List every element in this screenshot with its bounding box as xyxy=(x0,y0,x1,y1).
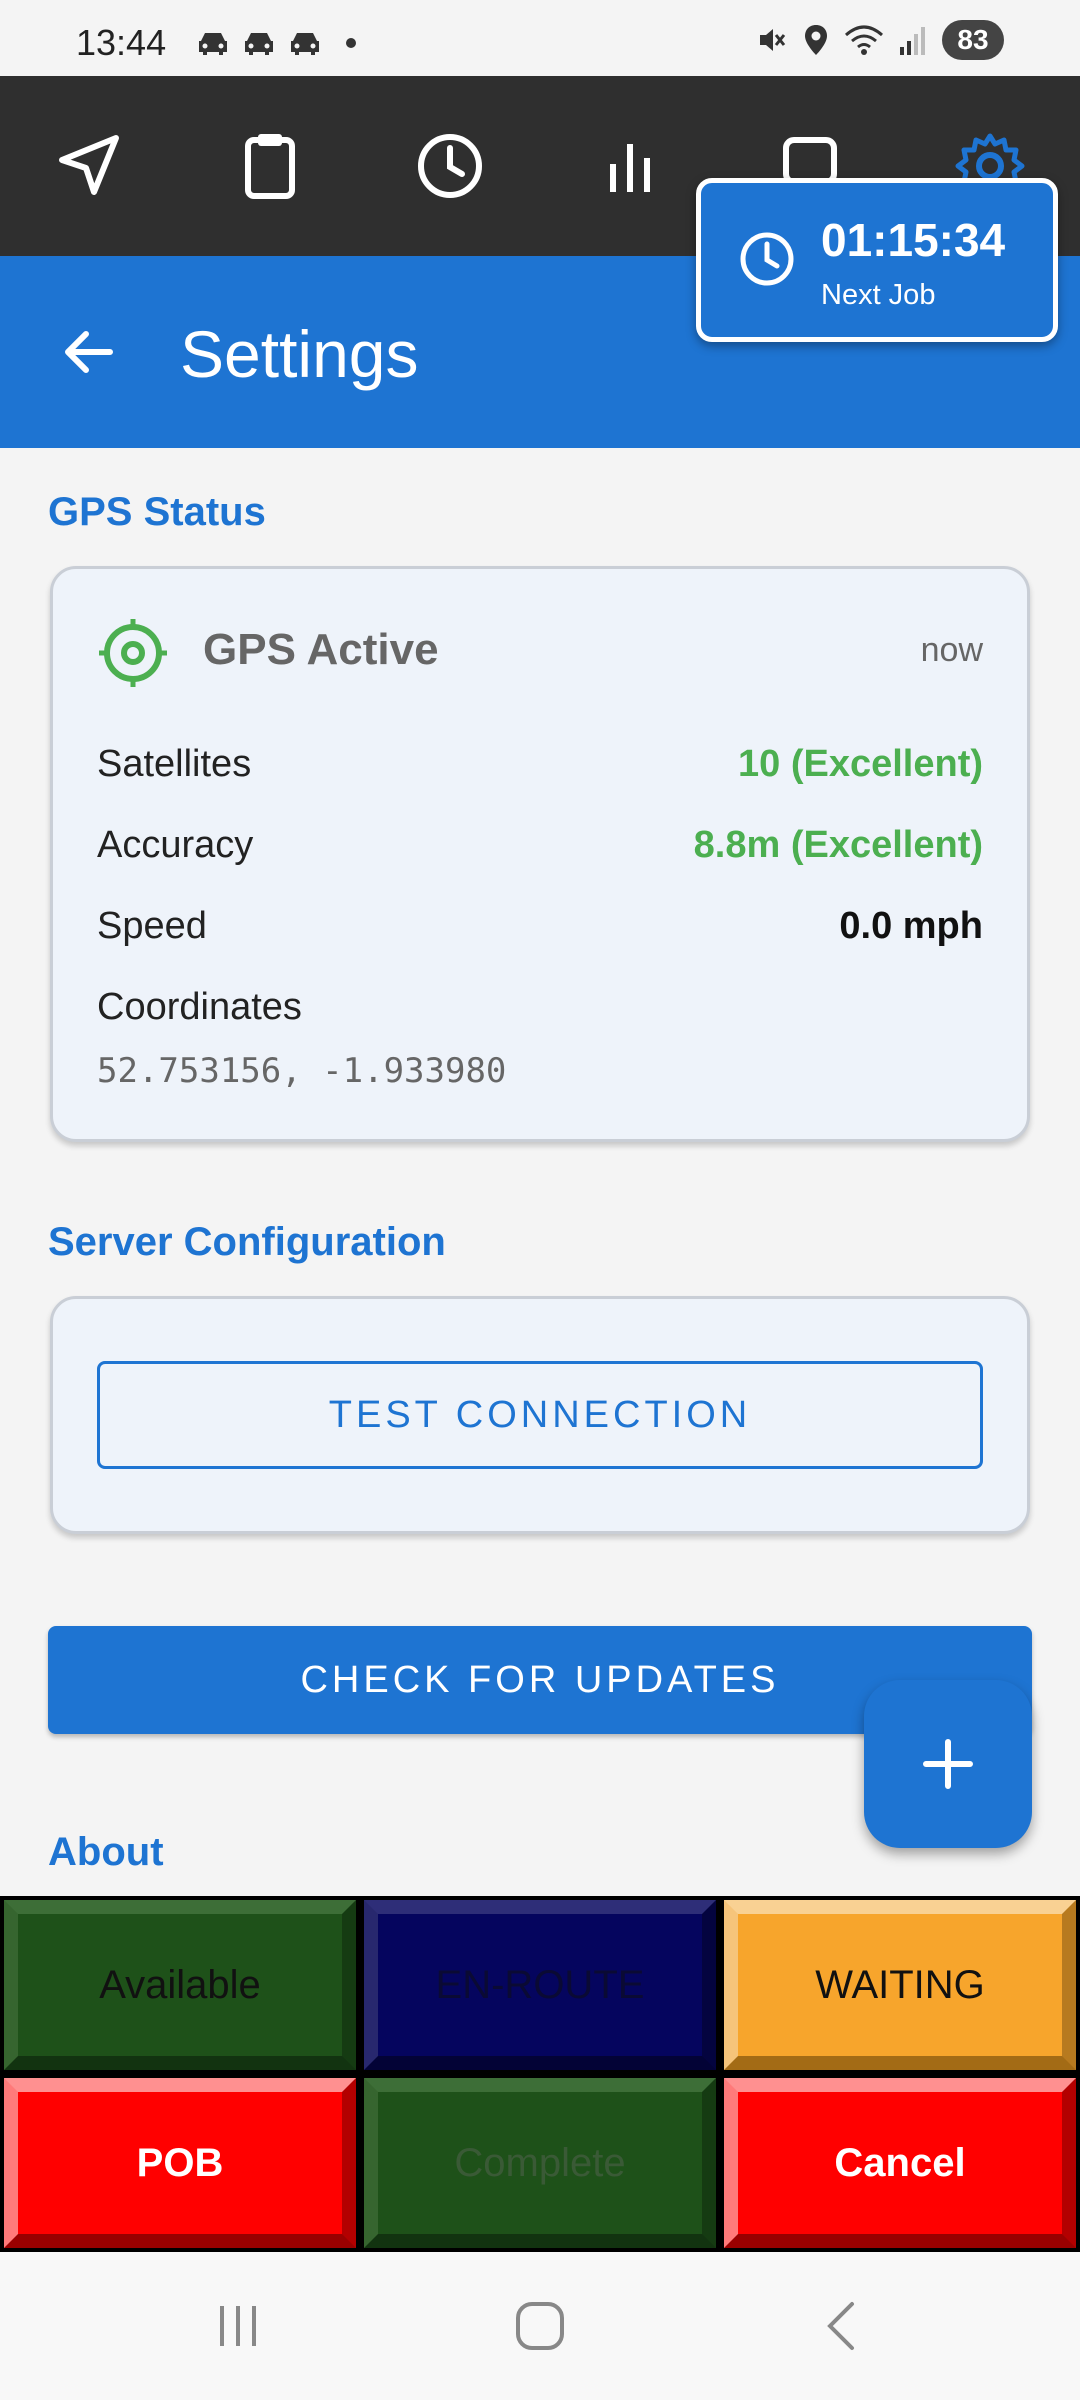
status-pob-button[interactable]: POB xyxy=(4,2078,356,2248)
test-connection-button[interactable]: TEST CONNECTION xyxy=(97,1361,983,1469)
back-button[interactable] xyxy=(40,304,136,400)
dot-icon xyxy=(346,38,356,48)
satellites-value: 10 (Excellent) xyxy=(738,743,983,785)
bar-chart-icon xyxy=(610,144,650,192)
coordinates-value: 52.753156, -1.933980 xyxy=(97,1051,507,1091)
signal-icon xyxy=(900,27,925,55)
battery-indicator: 83 xyxy=(942,20,1004,60)
driver-status-panel: Available EN-ROUTE WAITING POB Complete … xyxy=(0,1896,1080,2252)
tab-stats[interactable] xyxy=(540,76,720,256)
tab-navigate[interactable] xyxy=(0,76,180,256)
next-job-label: Next Job xyxy=(821,279,936,311)
gps-status-heading: GPS Status xyxy=(48,490,266,534)
accuracy-value: 8.8m (Excellent) xyxy=(693,824,983,866)
satellites-label: Satellites xyxy=(97,743,252,785)
system-nav-bar xyxy=(0,2252,1080,2400)
about-heading: About xyxy=(48,1830,164,1874)
tab-history[interactable] xyxy=(360,76,540,256)
status-complete-button[interactable]: Complete xyxy=(364,2078,716,2248)
next-job-countdown: 01:15:34 xyxy=(821,214,1006,266)
mute-icon xyxy=(760,29,786,51)
next-job-timer[interactable]: 01:15:34 Next Job xyxy=(696,178,1058,342)
recent-apps-icon xyxy=(220,2306,256,2346)
location-icon xyxy=(805,25,827,55)
status-available-button[interactable]: Available xyxy=(4,1900,356,2070)
wifi-icon xyxy=(845,25,883,55)
home-button[interactable] xyxy=(450,2252,630,2400)
system-back-button[interactable] xyxy=(752,2252,932,2400)
status-cancel-button[interactable]: Cancel xyxy=(724,2078,1076,2248)
recent-apps-button[interactable] xyxy=(148,2252,328,2400)
page-title: Settings xyxy=(180,317,419,391)
car-icon xyxy=(245,33,273,55)
gps-target-icon xyxy=(99,619,167,687)
chevron-left-icon xyxy=(827,2302,854,2350)
status-bar: 13:44 83 xyxy=(0,0,1080,76)
status-enroute-button[interactable]: EN-ROUTE xyxy=(364,1900,716,2070)
car-icon xyxy=(291,33,319,55)
accuracy-label: Accuracy xyxy=(97,824,254,866)
speed-value: 0.0 mph xyxy=(839,905,983,947)
system-icons: 83 xyxy=(754,20,1004,60)
tab-jobs[interactable] xyxy=(180,76,360,256)
coordinates-label: Coordinates xyxy=(97,986,302,1028)
clock-icon xyxy=(418,134,482,198)
plus-icon xyxy=(923,1739,973,1789)
arrow-left-icon xyxy=(65,331,113,373)
status-waiting-button[interactable]: WAITING xyxy=(724,1900,1076,2070)
gps-status-card: GPS Active now Satellites 10 (Excellent)… xyxy=(50,566,1030,1142)
status-time: 13:44 xyxy=(76,22,167,63)
clipboard-icon xyxy=(245,134,295,199)
gps-updated-time: now xyxy=(920,631,983,669)
speed-label: Speed xyxy=(97,905,207,947)
home-icon xyxy=(516,2302,564,2350)
server-config-card: TEST CONNECTION xyxy=(50,1296,1030,1534)
notification-icons xyxy=(196,30,356,56)
add-fab-button[interactable] xyxy=(864,1680,1032,1848)
navigation-arrow-icon xyxy=(59,135,119,195)
car-icon xyxy=(199,33,227,55)
server-config-heading: Server Configuration xyxy=(48,1220,446,1264)
clock-icon xyxy=(740,232,794,286)
gps-status-text: GPS Active xyxy=(203,625,439,674)
